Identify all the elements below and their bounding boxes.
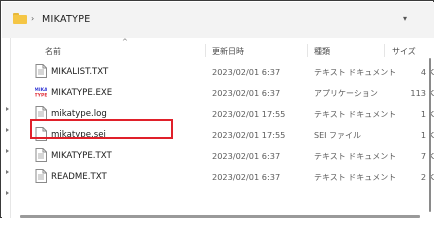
chevron-down-icon[interactable]: ▾ <box>403 14 407 23</box>
app-icon-label-top: MIKA <box>35 87 47 93</box>
file-modified: 2023/02/01 17:55 <box>212 109 286 119</box>
column-header: ^ 名前 更新日時 種類 サイズ <box>19 38 434 57</box>
file-modified: 2023/02/01 6:37 <box>212 172 281 182</box>
file-name: MIKALIST.TXT <box>51 67 109 77</box>
column-header-type[interactable]: 種類 <box>314 46 330 57</box>
column-header-modified[interactable]: 更新日時 <box>212 46 244 57</box>
text-document-icon <box>35 148 47 162</box>
expand-arrow-icon[interactable] <box>6 128 9 132</box>
explorer-window: › MIKATYPE ▾ ^ 名前 更新日時 種類 サイズ MIKALIST.T… <box>0 0 434 218</box>
column-header-name[interactable]: 名前 <box>45 46 61 57</box>
file-row-readme-txt[interactable]: README.TXT 2023/02/01 6:37 テキスト ドキュメント 2… <box>19 166 434 187</box>
file-modified: 2023/02/01 6:37 <box>212 67 281 77</box>
vertical-scrollbar[interactable] <box>427 58 433 216</box>
address-bar[interactable]: › MIKATYPE ▾ <box>2 2 434 38</box>
expand-arrow-icon[interactable] <box>6 107 9 111</box>
column-divider[interactable] <box>205 44 206 57</box>
app-icon-label-bottom: TYPE <box>35 93 47 99</box>
file-row-mikatype-exe[interactable]: MIKA TYPE MIKATYPE.EXE 2023/02/01 6:37 ア… <box>19 82 434 103</box>
breadcrumb-separator: › <box>31 14 35 23</box>
sort-ascending-icon: ^ <box>122 38 128 46</box>
navigation-strip <box>2 38 19 218</box>
file-name: MIKATYPE.EXE <box>51 88 113 98</box>
column-header-size[interactable]: サイズ <box>392 46 416 57</box>
expand-arrow-icon[interactable] <box>6 170 9 174</box>
nav-divider <box>10 38 11 218</box>
file-name: MIKATYPE.TXT <box>51 151 112 161</box>
file-row-mikatype-txt[interactable]: MIKATYPE.TXT 2023/02/01 6:37 テキスト ドキュメント… <box>19 145 434 166</box>
file-type: テキスト ドキュメント <box>314 68 397 77</box>
file-type: アプリケーション <box>314 89 378 98</box>
file-type: テキスト ドキュメント <box>314 152 397 161</box>
column-divider[interactable] <box>384 44 385 57</box>
file-modified: 2023/02/01 17:55 <box>212 130 286 140</box>
scrollbar-thumb[interactable] <box>429 58 431 212</box>
file-type: テキスト ドキュメント <box>314 110 397 119</box>
file-list-pane: ^ 名前 更新日時 種類 サイズ MIKALIST.TXT 2023/02/01… <box>2 38 434 218</box>
column-divider[interactable] <box>307 44 308 57</box>
file-type: テキスト ドキュメント <box>314 173 397 182</box>
text-document-icon <box>35 64 47 78</box>
file-name: mikatype.log <box>51 109 107 119</box>
text-document-icon <box>35 106 47 120</box>
folder-icon <box>13 13 27 24</box>
expand-arrow-icon[interactable] <box>6 191 9 195</box>
text-document-icon <box>35 169 47 183</box>
file-row-mikalist-txt[interactable]: MIKALIST.TXT 2023/02/01 6:37 テキスト ドキュメント… <box>19 61 434 82</box>
breadcrumb-folder-name[interactable]: MIKATYPE <box>42 14 91 25</box>
highlight-annotation-box <box>30 119 173 139</box>
file-modified: 2023/02/01 6:37 <box>212 151 281 161</box>
application-icon: MIKA TYPE <box>35 86 47 99</box>
expand-arrow-icon[interactable] <box>6 149 9 153</box>
file-name: README.TXT <box>51 172 107 182</box>
file-modified: 2023/02/01 6:37 <box>212 88 281 98</box>
horizontal-scrollbar[interactable] <box>20 215 420 218</box>
file-type: SEI ファイル <box>314 131 362 140</box>
